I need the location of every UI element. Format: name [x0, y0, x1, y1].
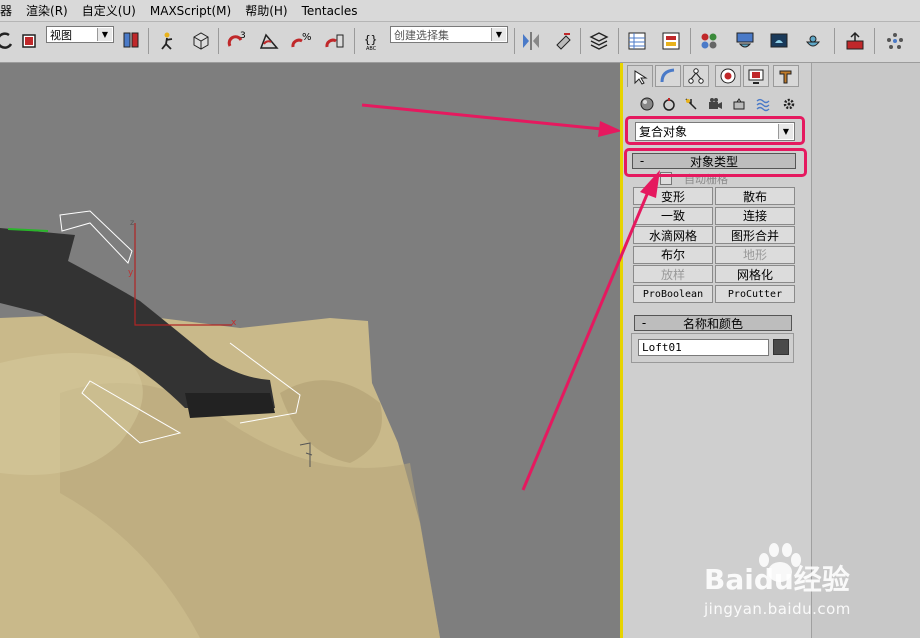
- annotation-arrow: [521, 191, 650, 491]
- annotation-arrow-overlay: [521, 170, 660, 491]
